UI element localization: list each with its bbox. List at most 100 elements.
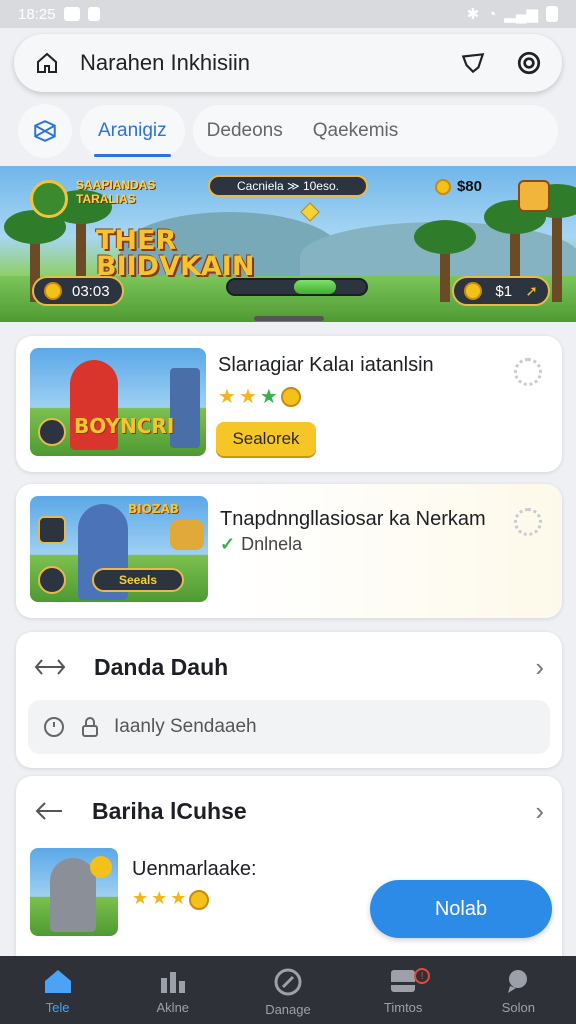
star-icon: ★ <box>151 888 168 908</box>
section-title: Bariha lCuhse <box>92 797 247 824</box>
loading-spinner-icon <box>514 508 542 536</box>
section-title: Danda Dauh <box>94 653 229 680</box>
score-pill: Cacniela ≫ 10eso. <box>208 175 368 197</box>
coin-icon <box>280 387 301 407</box>
sword-icon: ➚ <box>525 283 538 300</box>
item-thumbnail <box>30 848 118 936</box>
coin-icon <box>90 856 112 878</box>
nav-label: Timtos <box>383 1000 423 1015</box>
nav-item-activity[interactable]: Aklne <box>128 968 218 1015</box>
tab-active[interactable]: Aranigiz <box>80 105 185 157</box>
item-icon <box>170 520 204 550</box>
swap-arrows-icon <box>34 659 66 675</box>
tab-group: Dedeons Qaekemis <box>192 105 558 157</box>
tab-item[interactable]: Qaekemis <box>313 120 399 142</box>
bluetooth-icon: ✱ <box>466 6 480 23</box>
game-thumbnail: BOYNCRI <box>30 348 206 456</box>
rating-stars: ★ ★ ★ <box>132 888 210 910</box>
tab-box[interactable] <box>18 104 72 158</box>
home-icon <box>37 52 57 73</box>
game-card-title: Tnapdnngllasiosar ka Nerkam <box>220 508 486 530</box>
notification-badge: ! <box>414 968 431 984</box>
game-card-title: Slarıagiar Kalaı iatanlsin <box>218 354 434 376</box>
coin-icon <box>44 282 62 300</box>
tab-item[interactable]: Dedeons <box>207 120 283 142</box>
shield-button[interactable] <box>456 46 490 80</box>
badge-icon <box>38 516 66 544</box>
star-icon: ★ <box>259 386 278 408</box>
wifi-icon: ◔ <box>487 5 497 23</box>
lock-icon <box>82 717 98 737</box>
refresh-icon <box>44 717 64 737</box>
banner-game-title: THER BIIDVKAIN <box>96 225 255 282</box>
timer-value: 03:03 <box>72 282 110 300</box>
character-figure <box>50 858 96 932</box>
thumbnail-label: BIOZAB <box>128 502 179 516</box>
nav-label: Solon <box>501 1000 535 1015</box>
page-title: Narahen Inkhisiin <box>80 50 250 75</box>
home-button[interactable] <box>30 46 64 80</box>
timer-pill: 03:03 <box>32 276 124 306</box>
coin-count: $80 <box>456 178 482 195</box>
settings-button[interactable] <box>512 46 546 80</box>
section-header[interactable]: Danda Dauh › <box>34 650 544 684</box>
coin-icon <box>189 890 210 910</box>
nav-label: Aklne <box>156 1000 190 1015</box>
home-icon <box>44 970 71 993</box>
banner-subtitle: SAAPIANDAS TARALIAS <box>76 178 156 206</box>
nav-label: Danage <box>265 1002 311 1017</box>
coin-counter: $80 <box>434 178 482 195</box>
top-app-bar: Narahen Inkhisiin <box>14 34 562 92</box>
chevron-right-icon: › <box>535 651 544 682</box>
status-bar: 18:25 ✱ ◔ ▂▄▆ <box>0 0 576 28</box>
battery-icon <box>546 6 558 22</box>
badge-icon <box>38 418 66 446</box>
nav-label: Tele <box>45 1000 70 1015</box>
star-icon: ★ <box>132 888 149 908</box>
tower-figure <box>170 368 200 448</box>
rating-stars: ★ ★ ★ <box>218 384 301 409</box>
loading-spinner-icon <box>514 358 542 386</box>
inbox-icon <box>391 970 416 992</box>
nav-item-home[interactable]: Tele <box>13 968 103 1015</box>
search-field[interactable]: Iaanly Sendaaeh <box>28 700 550 754</box>
box-icon <box>34 120 56 142</box>
item-title: Uenmarlaake: <box>132 858 257 880</box>
check-icon: ✓ <box>220 534 236 554</box>
star-icon: ★ <box>170 888 187 908</box>
primary-action-button[interactable]: Nolab <box>370 880 552 938</box>
section-card: Danda Dauh › Iaanly Sendaaeh <box>16 632 562 768</box>
game-card[interactable]: BIOZAB Seeals Tnapdnngllasiosar ka Nerka… <box>16 484 562 618</box>
game-banner[interactable]: SAAPIANDAS TARALIAS THER BIIDVKAIN Cacni… <box>0 166 576 322</box>
game-card-subtitle: ✓ Dnlnela <box>220 534 302 555</box>
search-placeholder: Iaanly Sendaaeh <box>114 716 257 737</box>
nav-item-timers[interactable]: ! Timtos <box>358 968 448 1015</box>
progress-fill <box>294 280 336 294</box>
select-button[interactable]: Sealorek <box>216 422 316 456</box>
coin-icon <box>434 178 451 195</box>
gem-icon <box>300 202 320 222</box>
app-icon <box>87 7 100 21</box>
thumbnail-label: BOYNCRI <box>74 414 175 438</box>
player-avatar[interactable] <box>30 180 68 218</box>
badge-icon <box>38 566 66 594</box>
section-card: Bariha lCuhse › Uenmarlaake: ★ ★ ★ Nolab <box>16 776 562 956</box>
section-header[interactable]: Bariha lCuhse › <box>34 794 544 828</box>
nav-item-profile[interactable]: Solon <box>473 968 563 1015</box>
reward-pill[interactable]: $1 ➚ <box>452 276 550 306</box>
chest-icon[interactable] <box>518 180 550 212</box>
banner-drag-handle[interactable] <box>254 316 324 321</box>
chat-icon <box>508 970 528 993</box>
reward-value: $1 <box>495 282 513 300</box>
tab-bar: Aranigiz Dedeons Qaekemis <box>18 104 558 158</box>
chart-icon <box>160 972 185 993</box>
star-icon: ★ <box>238 386 257 408</box>
thumbnail-pill: Seeals <box>92 568 184 592</box>
star-icon: ★ <box>218 386 236 408</box>
nav-item-damage[interactable]: Danage <box>243 968 333 1017</box>
level-progress-bar <box>226 278 368 296</box>
palm-tree <box>414 220 476 302</box>
clock: 18:25 <box>18 5 56 23</box>
bottom-navigation: Tele Aklne Danage ! Timtos Solon <box>0 956 576 1024</box>
game-card[interactable]: BOYNCRI Slarıagiar Kalaı iatanlsin ★ ★ ★… <box>16 336 562 472</box>
